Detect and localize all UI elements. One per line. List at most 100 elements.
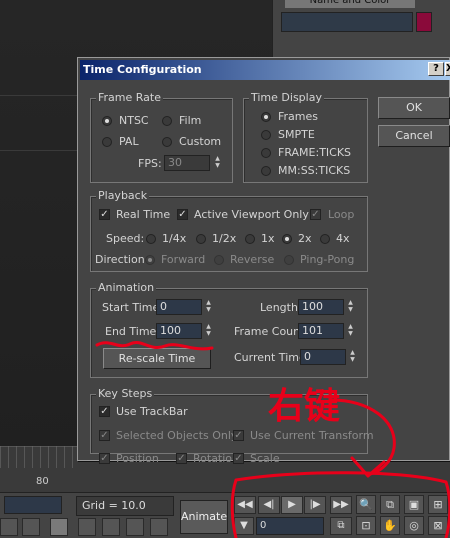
zoom-all-icon[interactable]: ⧉ xyxy=(380,495,400,514)
frame-ticks-radio[interactable] xyxy=(261,148,271,158)
go-start-icon[interactable]: ◀◀ xyxy=(234,496,256,514)
ntsc-label: NTSC xyxy=(119,114,149,127)
speed-2x-radio[interactable] xyxy=(282,234,292,244)
field-of-view-icon[interactable]: ⊡ xyxy=(356,516,376,535)
snap-toggle-icon[interactable] xyxy=(102,518,120,536)
ping-pong-radio[interactable] xyxy=(284,255,294,265)
real-time-label: Real Time xyxy=(116,208,171,221)
custom-label: Custom xyxy=(179,135,222,148)
percent-snap-icon[interactable] xyxy=(150,518,168,536)
speed-1x-label: 1x xyxy=(261,232,275,245)
end-time-spinner-arrows[interactable]: ▲ ▼ xyxy=(204,323,213,339)
loop-label: Loop xyxy=(328,208,355,221)
frame-ticks-label: FRAME:TICKS xyxy=(278,146,352,159)
frames-label: Frames xyxy=(278,110,319,123)
current-frame-field[interactable]: 0 xyxy=(256,517,324,535)
real-time-checkbox[interactable]: ✓ xyxy=(99,209,110,220)
object-color-swatch[interactable] xyxy=(416,12,432,32)
smpte-label: SMPTE xyxy=(278,128,315,141)
fps-field[interactable]: 30 xyxy=(164,155,210,171)
zoom-extents-icon[interactable]: ▣ xyxy=(404,495,424,514)
current-time-label: Current Time: xyxy=(234,351,310,364)
active-viewport-only-checkbox[interactable]: ✓ xyxy=(177,209,188,220)
speed-label: Speed: xyxy=(106,232,145,245)
film-label: Film xyxy=(179,114,202,127)
dialog-title: Time Configuration xyxy=(83,63,202,76)
key-mode-icon[interactable]: ▼ xyxy=(234,517,254,535)
ntsc-radio[interactable] xyxy=(102,116,112,126)
play-icon[interactable]: ▶ xyxy=(281,496,303,514)
loop-checkbox[interactable]: ✓ xyxy=(310,209,321,220)
mm-ss-ticks-radio[interactable] xyxy=(261,166,271,176)
lock-selection-icon[interactable] xyxy=(0,518,18,536)
time-configuration-dialog: Time Configuration ? X Frame Rate NTSC F… xyxy=(77,57,450,465)
isolate-icon[interactable] xyxy=(22,518,40,536)
end-time-field[interactable]: 100 xyxy=(156,323,202,339)
current-time-field[interactable]: 0 xyxy=(300,349,346,365)
use-current-transform-checkbox[interactable]: ✓ xyxy=(233,430,244,441)
selected-objects-only-label: Selected Objects Only xyxy=(116,429,238,442)
current-time-spinner-arrows[interactable]: ▲ ▼ xyxy=(348,349,357,365)
rotation-checkbox[interactable]: ✓ xyxy=(176,453,187,464)
ok-button[interactable]: OK xyxy=(378,97,450,119)
object-name-field[interactable] xyxy=(281,12,413,32)
time-display-title: Time Display xyxy=(249,91,324,104)
selection-lock-toggle-icon[interactable] xyxy=(50,518,68,536)
fps-label: FPS: xyxy=(138,157,162,170)
arc-rotate-icon[interactable]: ◎ xyxy=(404,516,424,535)
pal-radio[interactable] xyxy=(102,137,112,147)
smpte-radio[interactable] xyxy=(261,130,271,140)
fps-spinner-arrows[interactable]: ▲ ▼ xyxy=(213,155,222,171)
playback-title: Playback xyxy=(96,189,150,202)
speed-1x-radio[interactable] xyxy=(245,234,255,244)
next-frame-icon[interactable]: |▶ xyxy=(304,496,326,514)
start-time-spinner-arrows[interactable]: ▲ ▼ xyxy=(204,299,213,315)
zoom-extents-all-icon[interactable]: ⊞ xyxy=(428,495,448,514)
cancel-button[interactable]: Cancel xyxy=(378,125,450,147)
close-button[interactable]: X xyxy=(445,62,450,76)
help-button[interactable]: ? xyxy=(428,62,444,76)
time-configuration-icon[interactable]: ⧉ xyxy=(330,517,352,535)
key-steps-title: Key Steps xyxy=(96,387,155,400)
go-end-icon[interactable]: ▶▶ xyxy=(330,496,352,514)
dialog-titlebar[interactable]: Time Configuration xyxy=(80,60,450,80)
absolute-mode-icon[interactable] xyxy=(78,518,96,536)
length-spinner-arrows[interactable]: ▲ ▼ xyxy=(346,299,355,315)
frame-count-spinner-arrows[interactable]: ▲ ▼ xyxy=(346,323,355,339)
pan-icon[interactable]: ✋ xyxy=(380,516,400,535)
custom-radio[interactable] xyxy=(162,137,172,147)
ping-pong-label: Ping-Pong xyxy=(300,253,355,266)
speed-1-2x-radio[interactable] xyxy=(196,234,206,244)
active-viewport-only-label: Active Viewport Only xyxy=(194,208,309,221)
angle-snap-icon[interactable] xyxy=(126,518,144,536)
maximize-viewport-icon[interactable]: ⊠ xyxy=(428,516,448,535)
forward-label: Forward xyxy=(161,253,206,266)
speed-1-4x-radio[interactable] xyxy=(146,234,156,244)
reverse-radio[interactable] xyxy=(214,255,224,265)
use-trackbar-checkbox[interactable]: ✓ xyxy=(99,406,110,417)
position-label: Position xyxy=(116,452,159,465)
speed-4x-radio[interactable] xyxy=(320,234,330,244)
film-radio[interactable] xyxy=(162,116,172,126)
reverse-label: Reverse xyxy=(230,253,275,266)
position-checkbox[interactable]: ✓ xyxy=(99,453,110,464)
rescale-time-button[interactable]: Re-scale Time xyxy=(103,348,211,369)
timeline-ruler xyxy=(0,446,78,468)
length-field[interactable]: 100 xyxy=(298,299,344,315)
frames-radio[interactable] xyxy=(261,112,271,122)
status-prompt-field[interactable] xyxy=(4,496,62,514)
mm-ss-ticks-label: MM:SS:TICKS xyxy=(278,164,351,177)
prev-frame-icon[interactable]: ◀| xyxy=(258,496,280,514)
scale-checkbox[interactable]: ✓ xyxy=(233,453,244,464)
use-trackbar-label: Use TrackBar xyxy=(116,405,188,418)
frame-rate-title: Frame Rate xyxy=(96,91,163,104)
zoom-icon[interactable]: 🔍 xyxy=(356,495,376,514)
animate-button[interactable]: Animate xyxy=(180,500,228,534)
key-steps-group: Key Steps xyxy=(90,387,368,454)
use-current-transform-label: Use Current Transform xyxy=(250,429,374,442)
frame-count-field[interactable]: 101 xyxy=(298,323,344,339)
start-time-field[interactable]: 0 xyxy=(156,299,202,315)
forward-radio[interactable] xyxy=(145,255,155,265)
selected-objects-only-checkbox[interactable]: ✓ xyxy=(99,430,110,441)
name-and-color-rollout[interactable]: Name and Color xyxy=(285,0,415,8)
